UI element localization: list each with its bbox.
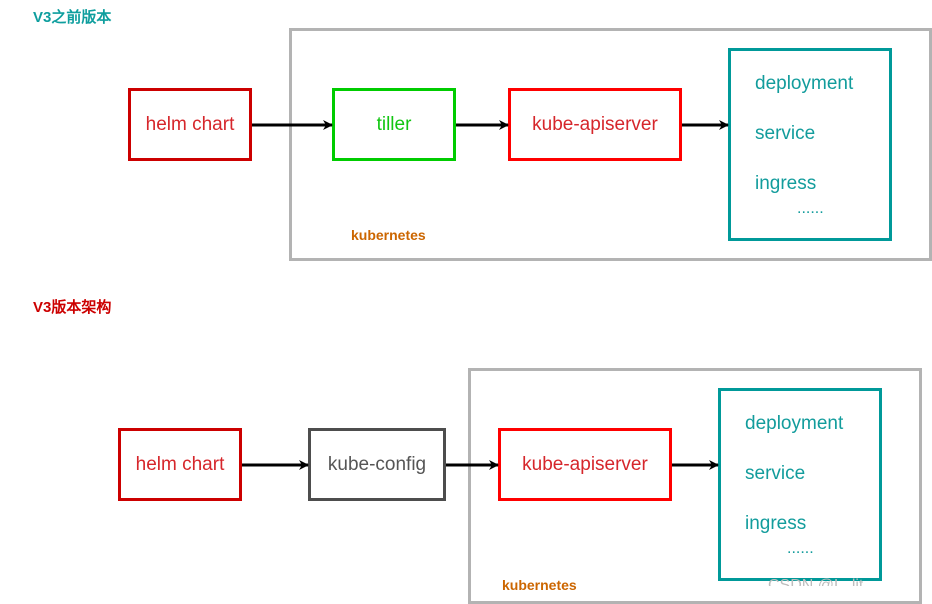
connectors [242, 120, 729, 470]
